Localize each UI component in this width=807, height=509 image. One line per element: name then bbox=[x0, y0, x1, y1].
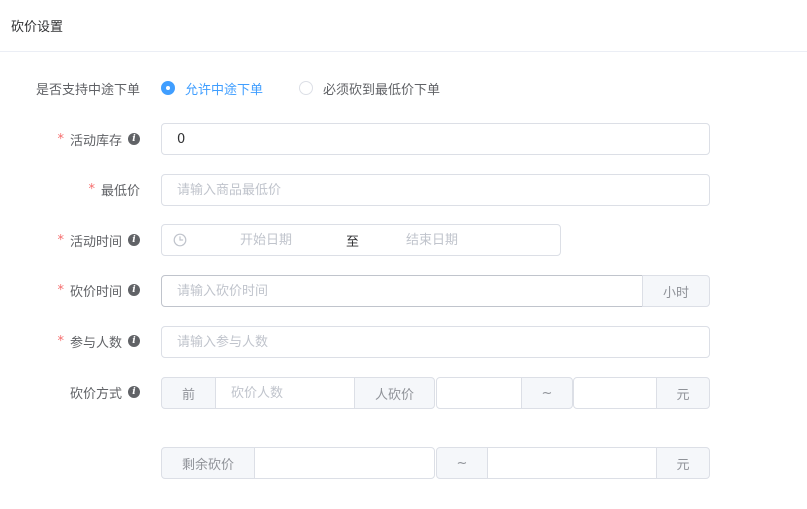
bargain-time-input[interactable] bbox=[161, 275, 643, 307]
range-tilde: ~ bbox=[436, 447, 488, 479]
required-mark: * bbox=[57, 232, 64, 248]
remaining-max-amount-input[interactable] bbox=[487, 447, 657, 479]
first-max-amount-input[interactable] bbox=[573, 377, 657, 409]
radio-allow-midway[interactable]: 允许中途下单 bbox=[161, 79, 264, 98]
yuan-unit: 元 bbox=[656, 447, 710, 479]
participants-label-text: 参与人数 bbox=[69, 335, 122, 351]
radio-checked-indicator bbox=[161, 81, 175, 95]
radio-require-min-price-label: 必须砍到最低价下单 bbox=[323, 82, 441, 98]
info-icon[interactable]: i bbox=[128, 386, 140, 398]
radio-require-min-price[interactable]: 必须砍到最低价下单 bbox=[299, 79, 441, 98]
bargain-method-label-text: 砍价方式 bbox=[69, 386, 122, 402]
info-icon[interactable]: i bbox=[128, 234, 140, 246]
stock-label-text: 活动库存 bbox=[69, 133, 122, 149]
bargain-count-input[interactable] bbox=[215, 377, 355, 409]
bargain-method-label: 砍价方式 i bbox=[70, 382, 140, 402]
participants-input[interactable] bbox=[161, 326, 710, 358]
yuan-unit: 元 bbox=[656, 377, 710, 409]
min-price-input[interactable] bbox=[161, 174, 710, 206]
per-person-addon: 人砍价 bbox=[354, 377, 435, 409]
required-mark: * bbox=[57, 333, 64, 349]
first-min-amount-input[interactable] bbox=[436, 377, 522, 409]
clock-icon bbox=[173, 233, 187, 247]
min-price-label-text: 最低价 bbox=[100, 183, 140, 199]
stock-label: * 活动库存 i bbox=[57, 129, 140, 149]
activity-date-range-picker[interactable]: 至 bbox=[161, 224, 561, 256]
activity-time-label-text: 活动时间 bbox=[69, 234, 122, 250]
range-tilde: ~ bbox=[521, 377, 573, 409]
first-prefix: 前 bbox=[161, 377, 216, 409]
date-range-separator: 至 bbox=[346, 235, 360, 250]
midway-order-label: 是否支持中途下单 bbox=[36, 78, 140, 98]
participants-label: * 参与人数 i bbox=[57, 331, 140, 351]
activity-time-label: * 活动时间 i bbox=[57, 230, 140, 250]
stock-input[interactable] bbox=[161, 123, 710, 155]
section-title: 砍价设置 bbox=[11, 20, 64, 35]
hours-suffix: 小时 bbox=[642, 275, 710, 307]
bargain-time-label-text: 砍价时间 bbox=[69, 284, 122, 300]
min-price-label: * 最低价 bbox=[88, 179, 140, 199]
required-mark: * bbox=[88, 181, 95, 197]
radio-unchecked-indicator bbox=[299, 81, 313, 95]
remaining-prefix: 剩余砍价 bbox=[161, 447, 255, 479]
info-icon[interactable]: i bbox=[128, 133, 140, 145]
end-date-input[interactable] bbox=[364, 226, 500, 254]
midway-order-label-text: 是否支持中途下单 bbox=[35, 82, 140, 98]
info-icon[interactable]: i bbox=[128, 284, 140, 296]
start-date-input[interactable] bbox=[198, 226, 334, 254]
bargain-time-label: * 砍价时间 i bbox=[57, 280, 140, 300]
info-icon[interactable]: i bbox=[128, 335, 140, 347]
radio-allow-midway-label: 允许中途下单 bbox=[185, 82, 264, 98]
required-mark: * bbox=[57, 282, 64, 298]
section-header: 砍价设置 bbox=[0, 0, 807, 52]
required-mark: * bbox=[57, 131, 64, 147]
remaining-min-amount-input[interactable] bbox=[254, 447, 435, 479]
